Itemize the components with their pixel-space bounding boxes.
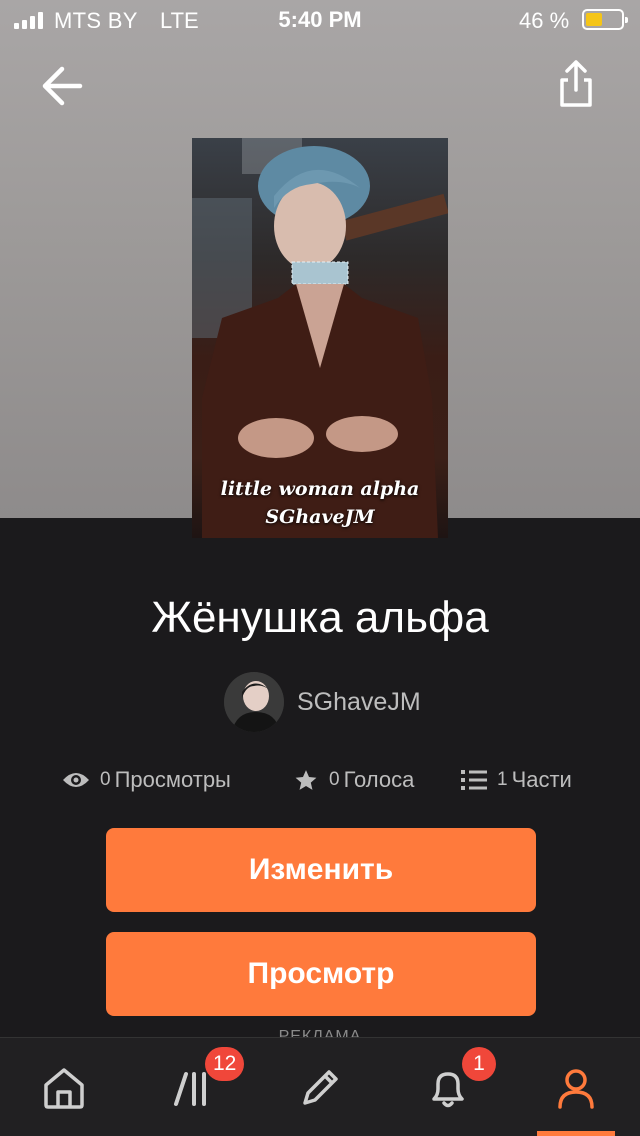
tab-write[interactable] bbox=[256, 1038, 384, 1136]
notifications-badge: 1 bbox=[462, 1047, 496, 1081]
home-icon bbox=[44, 1067, 84, 1109]
star-icon bbox=[295, 769, 317, 790]
back-button[interactable] bbox=[36, 58, 92, 114]
share-button[interactable] bbox=[548, 56, 604, 112]
preview-button[interactable]: Просмотр bbox=[106, 932, 536, 1016]
story-cover[interactable]: little woman alpha SGhaveJM bbox=[192, 138, 448, 538]
views-label: Просмотры bbox=[114, 767, 231, 792]
library-badge: 12 bbox=[205, 1047, 245, 1081]
cover-title-text: little woman alpha bbox=[220, 478, 420, 500]
battery-percent: 46 % bbox=[519, 8, 570, 33]
list-icon bbox=[461, 770, 487, 790]
bottom-tab-bar: 12 1 bbox=[0, 1037, 640, 1136]
story-title: Жёнушка альфа bbox=[151, 593, 489, 642]
tab-profile[interactable] bbox=[512, 1038, 640, 1136]
tab-notifications[interactable]: 1 bbox=[384, 1038, 512, 1136]
profile-icon bbox=[558, 1068, 594, 1109]
edit-button[interactable]: Изменить bbox=[106, 828, 536, 912]
share-icon bbox=[560, 60, 592, 107]
votes-label: Голоса bbox=[343, 767, 415, 792]
author-avatar bbox=[224, 672, 284, 732]
votes-count: 0 bbox=[329, 769, 340, 790]
status-bar: MTS BY LTE 5:40 PM 46 % bbox=[0, 0, 640, 40]
views-stat: 0 Просмотры bbox=[62, 762, 231, 798]
battery-icon bbox=[582, 9, 628, 30]
tab-home[interactable] bbox=[0, 1038, 128, 1136]
pencil-icon bbox=[303, 1069, 338, 1105]
tab-library[interactable]: 12 bbox=[128, 1038, 256, 1136]
active-tab-indicator bbox=[537, 1131, 615, 1136]
arrow-left-icon bbox=[42, 66, 83, 106]
author-link[interactable]: SGhaveJM bbox=[224, 672, 421, 732]
parts-stat: 1 Части bbox=[461, 762, 572, 798]
eye-icon bbox=[63, 773, 89, 787]
parts-label: Части bbox=[511, 767, 572, 792]
views-count: 0 bbox=[100, 769, 111, 790]
parts-count: 1 bbox=[497, 769, 508, 790]
cover-author-text: SGhaveJM bbox=[265, 506, 375, 528]
votes-stat: 0 Голоса bbox=[293, 762, 414, 798]
author-name: SGhaveJM bbox=[297, 687, 421, 716]
story-stats: 0 Просмотры 0 Голоса 1 Части bbox=[0, 762, 640, 798]
